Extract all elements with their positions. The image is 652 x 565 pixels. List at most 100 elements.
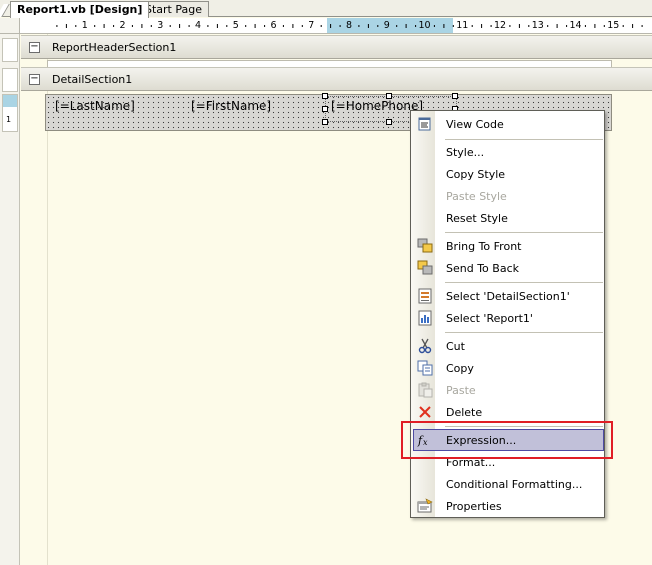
ruler-tick — [188, 25, 190, 27]
field-last-name[interactable]: [=LastName] — [55, 99, 135, 113]
menu-item-label: View Code — [446, 118, 504, 131]
ruler-tick — [75, 25, 77, 27]
report-header-section-label: ReportHeaderSection1 — [52, 41, 177, 54]
ruler-label: 6 — [270, 20, 277, 31]
properties-icon — [417, 498, 433, 513]
ruler-tick — [254, 24, 256, 28]
menu-item-copy-style[interactable]: Copy Style — [413, 163, 604, 185]
tab-notch — [0, 4, 10, 17]
vruler-detail-number: 1 — [6, 115, 12, 124]
menu-item-label: Style... — [446, 146, 485, 159]
vertical-ruler: 1 — [0, 34, 20, 565]
menu-item-reset-style[interactable]: Reset Style — [413, 207, 604, 229]
menu-item-label: Copy — [446, 362, 474, 375]
horizontal-ruler: 1 2 3 4 5 6 7 8 9 10 11 12 13 14 15 — [20, 18, 652, 34]
resize-handle-nw[interactable] — [322, 93, 328, 99]
ruler-label: 4 — [194, 20, 202, 31]
detail-section-band[interactable]: − DetailSection1 — [21, 67, 652, 91]
ruler-tick — [396, 25, 398, 27]
ruler-label: 14 — [569, 20, 582, 31]
menu-item-paste-style: Paste Style — [413, 185, 604, 207]
menu-item-conditional-formatting[interactable]: Conditional Formatting... — [413, 473, 604, 495]
ruler-label: 13 — [531, 20, 544, 31]
ruler-label: 2 — [119, 20, 126, 31]
menu-item-view-code[interactable]: View Code — [413, 113, 604, 135]
menu-item-select-report[interactable]: Select 'Report1' — [413, 307, 604, 329]
ruler-label: 8 — [345, 20, 353, 31]
ruler-tick — [405, 24, 407, 28]
menu-item-label: Reset Style — [446, 212, 508, 225]
resize-handle-w[interactable] — [322, 106, 328, 112]
menu-item-label: Bring To Front — [446, 240, 522, 253]
ruler-tick — [377, 25, 379, 27]
ruler-label: 11 — [456, 20, 469, 31]
ruler-tick — [594, 24, 596, 28]
cut-icon — [418, 338, 432, 354]
ruler-tick — [179, 24, 181, 28]
ruler-tick — [443, 24, 445, 28]
resize-handle-n[interactable] — [386, 93, 392, 99]
ruler-label: 9 — [383, 20, 390, 31]
view-code-icon — [418, 117, 431, 131]
vruler-header-cell — [2, 38, 18, 62]
menu-item-label: Delete — [446, 406, 483, 419]
ruler-tick — [207, 25, 209, 27]
ruler-tick — [433, 25, 435, 27]
menu-item-label: Send To Back — [446, 262, 519, 275]
menu-item-label: Paste — [446, 384, 476, 397]
document-tab-bar: Report1.vb [Design] Start Page — [0, 0, 652, 18]
resize-handle-sw[interactable] — [322, 119, 328, 125]
ruler-tick — [481, 24, 483, 28]
ruler-tick — [566, 25, 568, 27]
ruler-tick — [452, 25, 454, 27]
ruler-tick — [301, 25, 303, 27]
delete-icon — [419, 406, 431, 418]
report-header-section-band[interactable]: − ReportHeaderSection1 — [21, 35, 652, 59]
menu-item-label: Copy Style — [446, 168, 506, 181]
menu-separator — [445, 232, 603, 233]
tab-report1-design[interactable]: Report1.vb [Design] — [10, 1, 150, 18]
resize-handle-s[interactable] — [386, 119, 392, 125]
menu-item-properties[interactable]: Properties — [413, 495, 604, 517]
ruler-tick — [471, 25, 473, 27]
menu-item-delete[interactable]: Delete — [413, 401, 604, 423]
ruler-tick — [131, 25, 133, 27]
menu-item-label: Paste Style — [446, 190, 507, 203]
send-to-back-icon — [417, 260, 433, 275]
ruler-tick — [367, 24, 369, 28]
field-first-name[interactable]: [=FirstName] — [191, 99, 271, 113]
ruler-tick — [339, 25, 341, 27]
select-report-icon — [418, 310, 432, 326]
detail-collapse-toggle[interactable]: − — [29, 74, 40, 85]
ruler-tick — [320, 25, 322, 27]
menu-item-cut[interactable]: Cut — [413, 335, 604, 357]
ruler-tick — [141, 24, 143, 28]
ruler-tick — [490, 25, 492, 27]
resize-handle-ne[interactable] — [452, 93, 458, 99]
select-section-icon — [418, 288, 432, 304]
vruler-detail-area: 1 — [2, 94, 18, 132]
ruler-label: 15 — [607, 20, 620, 31]
menu-item-label: Select 'DetailSection1' — [446, 290, 570, 303]
report-header-collapse-toggle[interactable]: − — [29, 42, 40, 53]
menu-item-style[interactable]: Style... — [413, 141, 604, 163]
ruler-tick — [358, 25, 360, 27]
ruler-label: 5 — [232, 20, 239, 31]
menu-item-select-detail-section[interactable]: Select 'DetailSection1' — [413, 285, 604, 307]
ruler-tick — [641, 25, 643, 27]
ruler-tick — [603, 25, 605, 27]
menu-item-label: Conditional Formatting... — [446, 478, 583, 491]
menu-item-send-to-back[interactable]: Send To Back — [413, 257, 604, 279]
vruler-detail-band-cell — [2, 68, 18, 92]
ruler-tick — [216, 24, 218, 28]
ruler-tick — [622, 25, 624, 27]
menu-item-bring-to-front[interactable]: Bring To Front — [413, 235, 604, 257]
menu-item-label: Select 'Report1' — [446, 312, 533, 325]
ruler-tick — [528, 25, 530, 27]
ruler-tick — [56, 25, 58, 27]
ruler-tick — [415, 25, 417, 27]
ruler-tick — [632, 24, 634, 28]
ruler-tick — [103, 24, 105, 28]
ruler-corner — [0, 18, 20, 34]
menu-item-copy[interactable]: Copy — [413, 357, 604, 379]
